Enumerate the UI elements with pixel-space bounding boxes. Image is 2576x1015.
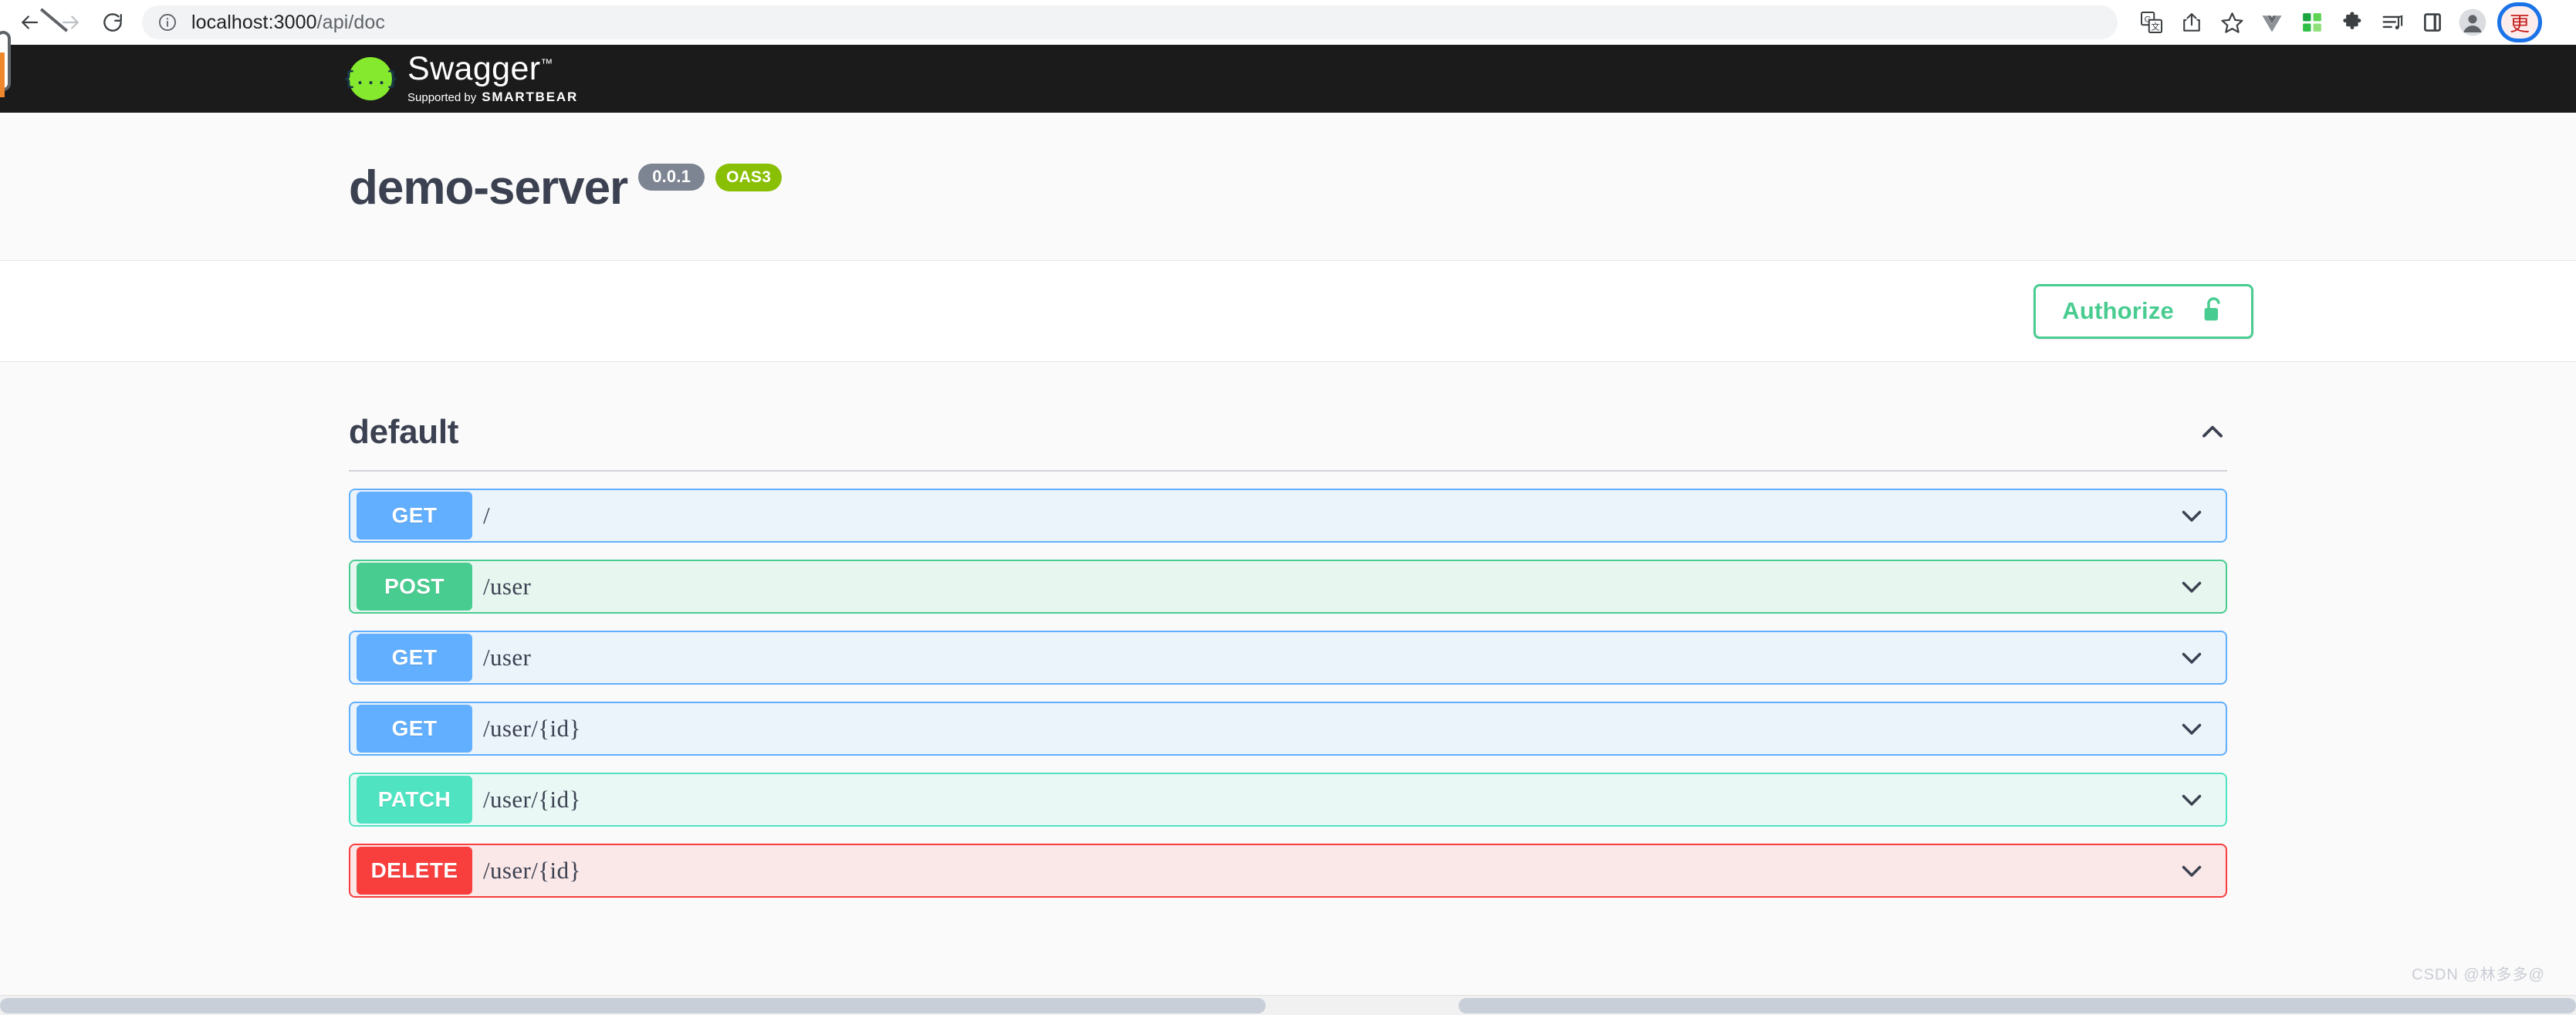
tag-section-header[interactable]: default xyxy=(349,413,2227,472)
swagger-ui-page: demo-server 0.0.1 OAS3 Authorize default xyxy=(0,113,2576,1015)
authorize-button-label: Authorize xyxy=(2062,297,2174,324)
operation-row[interactable]: GET /user xyxy=(349,631,2227,685)
tab-strip-sliver[interactable] xyxy=(0,31,11,97)
qr-code-extension-icon[interactable] xyxy=(2292,2,2332,42)
profile-avatar-icon[interactable] xyxy=(2453,2,2493,42)
tab-accent xyxy=(0,52,5,97)
http-method-badge: PATCH xyxy=(357,776,472,824)
operation-row[interactable]: GET /user/{id} xyxy=(349,702,2227,756)
swagger-braces-icon: {...} xyxy=(343,57,398,100)
trademark-mark: ™ xyxy=(540,57,553,71)
translate-icon[interactable]: G 文 xyxy=(2131,2,2172,42)
swagger-topbar: {...} Swagger™ Supported by SMARTBEAR xyxy=(0,45,2576,113)
api-title-text: demo-server xyxy=(349,161,628,215)
site-info-icon[interactable] xyxy=(157,12,177,32)
scrollbar-thumb-left[interactable] xyxy=(0,998,1266,1013)
page-title: demo-server 0.0.1 OAS3 xyxy=(349,161,2227,215)
chevron-down-icon[interactable] xyxy=(2178,573,2206,601)
api-version-badge: 0.0.1 xyxy=(638,164,705,191)
operation-row[interactable]: DELETE /user/{id} xyxy=(349,844,2227,898)
chevron-down-icon[interactable] xyxy=(2178,502,2206,529)
http-method-badge: DELETE xyxy=(357,847,472,895)
scrollbar-thumb-right[interactable] xyxy=(1459,998,2576,1013)
operation-path: /user xyxy=(483,573,532,600)
http-method-badge: GET xyxy=(357,705,472,753)
operation-row[interactable]: GET / xyxy=(349,489,2227,543)
tag-section-title: default xyxy=(349,413,459,451)
http-method-badge: GET xyxy=(357,634,472,682)
browser-toolbar: localhost:3000/api/doc G 文 更 xyxy=(0,0,2576,97)
chevron-down-icon[interactable] xyxy=(2178,857,2206,885)
side-panel-icon[interactable] xyxy=(2412,2,2453,42)
smartbear-brand: SMARTBEAR xyxy=(482,90,579,104)
http-method-badge: POST xyxy=(357,563,472,611)
reload-button[interactable] xyxy=(94,4,131,41)
extensions-puzzle-icon[interactable] xyxy=(2332,2,2372,42)
chevron-down-icon[interactable] xyxy=(2178,715,2206,743)
api-info-block: demo-server 0.0.1 OAS3 xyxy=(0,113,2576,261)
bookmark-star-icon[interactable] xyxy=(2212,2,2252,42)
swagger-logo-link[interactable]: {...} Swagger™ Supported by SMARTBEAR xyxy=(343,52,578,105)
vue-devtools-icon[interactable] xyxy=(2252,2,2292,42)
chevron-down-icon[interactable] xyxy=(2178,786,2206,814)
chevron-up-icon[interactable] xyxy=(2198,418,2227,447)
oas-version-badge[interactable]: OAS3 xyxy=(715,163,783,191)
unlocked-padlock-icon xyxy=(2202,296,2225,326)
browser-toolbar-icons: G 文 更 xyxy=(2131,2,2542,42)
svg-text:文: 文 xyxy=(2151,22,2159,32)
supported-by-line: Supported by SMARTBEAR xyxy=(407,90,578,105)
operation-path: /user xyxy=(483,644,532,671)
horizontal-scrollbar[interactable] xyxy=(0,995,2576,1015)
address-bar[interactable]: localhost:3000/api/doc xyxy=(142,5,2118,39)
url-host: localhost:3000 xyxy=(191,11,317,33)
chevron-down-icon[interactable] xyxy=(2178,644,2206,672)
operation-path: / xyxy=(483,502,491,529)
swagger-logo-text: Swagger™ Supported by SMARTBEAR xyxy=(407,52,578,105)
url-text: localhost:3000/api/doc xyxy=(191,12,385,34)
share-icon[interactable] xyxy=(2172,2,2212,42)
operation-row[interactable]: POST /user xyxy=(349,560,2227,614)
watermark-text: CSDN @林多多@ xyxy=(2412,966,2545,983)
http-method-badge: GET xyxy=(357,492,472,540)
chrome-update-button[interactable]: 更 xyxy=(2497,2,2542,42)
operation-list: GET / POST /user GET /user GET /user/{id… xyxy=(349,489,2227,898)
operation-path: /user/{id} xyxy=(483,786,581,813)
media-playlist-icon[interactable] xyxy=(2372,2,2412,42)
operation-row[interactable]: PATCH /user/{id} xyxy=(349,773,2227,827)
authorize-button[interactable]: Authorize xyxy=(2033,283,2253,339)
tag-section-default: default GET / POST /user GET /user GET /… xyxy=(0,413,2576,898)
authorize-bar: Authorize xyxy=(0,261,2576,362)
navigation-buttons xyxy=(11,4,131,41)
operation-path: /user/{id} xyxy=(483,715,581,742)
url-path: /api/doc xyxy=(316,11,386,33)
operation-path: /user/{id} xyxy=(483,857,581,884)
swagger-wordmark-text: Swagger xyxy=(407,50,541,87)
swagger-wordmark: Swagger™ xyxy=(407,52,578,86)
supported-by-label: Supported by xyxy=(407,91,477,104)
